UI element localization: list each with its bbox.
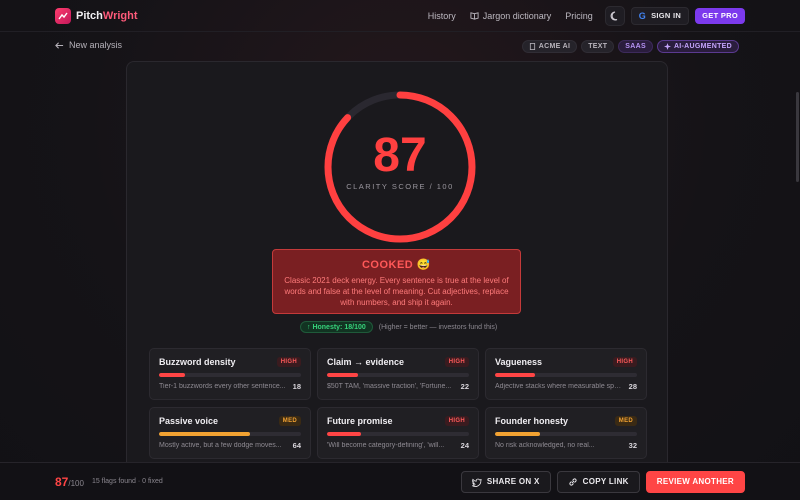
metric-bar-track (495, 373, 637, 377)
verdict-title: COOKED 😅 (361, 259, 432, 271)
footer-actions: SHARE ON X COPY LINK REVIEW ANOTHER (460, 470, 745, 493)
metric-bar-fill (159, 432, 250, 436)
metric-card-claim-evidence[interactable]: Claim → evidence HIGH $50T TAM, 'massive … (317, 348, 479, 400)
metric-name: Passive voice (159, 416, 219, 426)
share-on-x-button[interactable]: SHARE ON X (460, 470, 551, 493)
metric-description: No risk acknowledged, no real... (495, 442, 595, 449)
honesty-note: (Higher = better — investors fund this) (378, 323, 498, 331)
metric-bar-fill (327, 373, 359, 377)
brand-name: PitchWright (76, 10, 138, 22)
metric-level-badge: HIGH (276, 357, 301, 367)
tag-company-label: ACME AI (538, 43, 571, 50)
metric-value: 32 (628, 441, 637, 450)
nav-jargon-label: Jargon dictionary (482, 10, 552, 21)
verdict-text: Classic 2021 deck energy. Every sentence… (284, 276, 509, 307)
copy-link-label: COPY LINK (582, 477, 629, 486)
metric-value: 18 (292, 382, 301, 391)
brand[interactable]: PitchWright (55, 7, 138, 24)
tag-format: TEXT (581, 40, 615, 53)
scrollbar[interactable] (795, 32, 800, 462)
top-bar: PitchWright History Jargon dictionary Pr… (0, 0, 800, 32)
footer-score: 87/100 (55, 475, 84, 489)
metric-value: 24 (460, 441, 469, 450)
review-another-button[interactable]: REVIEW ANOTHER (645, 470, 745, 493)
nav-pricing[interactable]: Pricing (565, 11, 593, 21)
tag-sector: SAAS (618, 40, 653, 53)
twitter-bird-icon (471, 478, 482, 487)
share-on-x-label: SHARE ON X (486, 477, 540, 486)
metric-level-badge: HIGH (444, 357, 469, 367)
metric-description: $50T TAM, 'massive traction', 'Fortune..… (327, 383, 452, 390)
bottom-action-bar: 87/100 15 flags found · 0 fixed SHARE ON… (0, 462, 800, 500)
metric-bar-fill (327, 432, 362, 436)
metric-level-badge: HIGH (444, 416, 469, 426)
back-link[interactable]: New analysis (55, 40, 122, 50)
metric-card-founder-honesty[interactable]: Founder honesty MED No risk acknowledged,… (485, 407, 647, 459)
link-icon (569, 477, 577, 486)
google-icon: G (638, 10, 647, 21)
metric-description: Mostly active, but a few dodge moves... (159, 442, 282, 449)
brand-suffix: Wright (102, 9, 138, 22)
flags-summary: 15 flags found · 0 fixed (91, 478, 163, 485)
tag-ai-augmented: AI-AUGMENTED (656, 40, 739, 53)
metric-bar-track (327, 432, 469, 436)
metric-description: Adjective stacks where measurable spe... (495, 383, 623, 390)
metric-description: Tier-1 buzzwords every other sentence... (159, 383, 286, 390)
metric-bar-fill (495, 373, 535, 377)
score-value: 87 (373, 129, 427, 182)
back-link-label: New analysis (69, 40, 123, 50)
brand-prefix: Pitch (76, 9, 103, 22)
book-icon (470, 12, 479, 20)
metric-level-badge: MED (278, 416, 301, 426)
get-pro-button[interactable]: GET PRO (695, 7, 745, 24)
metric-value: 64 (292, 441, 301, 450)
copy-link-button[interactable]: COPY LINK (556, 470, 640, 493)
nav-history[interactable]: History (428, 11, 456, 21)
sign-in-label: SIGN IN (651, 11, 682, 20)
honesty-row: ↑ Honesty: 18/100 (Higher = better — inv… (300, 321, 497, 333)
honesty-badge: ↑ Honesty: 18/100 (300, 321, 373, 333)
metric-name: Claim → evidence (327, 357, 405, 367)
metric-card-future-promise[interactable]: Future promise HIGH 'Will become category… (317, 407, 479, 459)
tag-company: ACME AI (521, 40, 578, 53)
tag-list: ACME AI TEXT SAAS AI-AUGMENTED (521, 40, 739, 53)
logo-icon (55, 7, 71, 24)
metric-name: Vagueness (495, 357, 543, 367)
metric-value: 22 (460, 382, 469, 391)
footer-score-value: 87 (55, 474, 69, 489)
nav-jargon-dictionary[interactable]: Jargon dictionary (470, 10, 552, 21)
footer-score-denominator: /100 (68, 478, 84, 488)
verdict-box: COOKED 😅 Classic 2021 deck energy. Every… (272, 249, 521, 314)
metric-card-passive-voice[interactable]: Passive voice MED Mostly active, but a fe… (149, 407, 311, 459)
metric-card-vagueness[interactable]: Vagueness HIGH Adjective stacks where mea… (485, 348, 647, 400)
metric-name: Future promise (327, 416, 393, 426)
moon-icon (610, 11, 618, 20)
metric-bar-track (159, 432, 301, 436)
metric-bar-fill (495, 432, 541, 436)
metric-level-badge: MED (614, 416, 637, 426)
tag-ai-label: AI-AUGMENTED (673, 43, 732, 50)
metric-bar-track (159, 373, 301, 377)
sign-in-button[interactable]: G SIGN IN (630, 6, 690, 25)
metric-name: Buzzword density (159, 357, 236, 367)
metric-bar-track (327, 373, 469, 377)
document-icon (529, 43, 535, 50)
sparkle-icon (663, 43, 671, 50)
metric-bar-track (495, 432, 637, 436)
top-nav: History Jargon dictionary Pricing G SIGN… (414, 5, 745, 26)
metric-card-buzzword-density[interactable]: Buzzword density HIGH Tier-1 buzzwords ev… (149, 348, 311, 400)
scrollbar-thumb[interactable] (796, 92, 799, 182)
score-label: CLARITY SCORE / 100 (346, 182, 454, 191)
arrow-left-icon (55, 41, 64, 49)
metric-name: Founder honesty (495, 416, 569, 426)
metric-level-badge: HIGH (612, 357, 637, 367)
metric-bar-fill (159, 373, 185, 377)
theme-toggle-button[interactable] (604, 5, 625, 26)
metric-value: 28 (628, 382, 637, 391)
metric-description: 'Will become category-defining', 'will..… (327, 442, 445, 449)
